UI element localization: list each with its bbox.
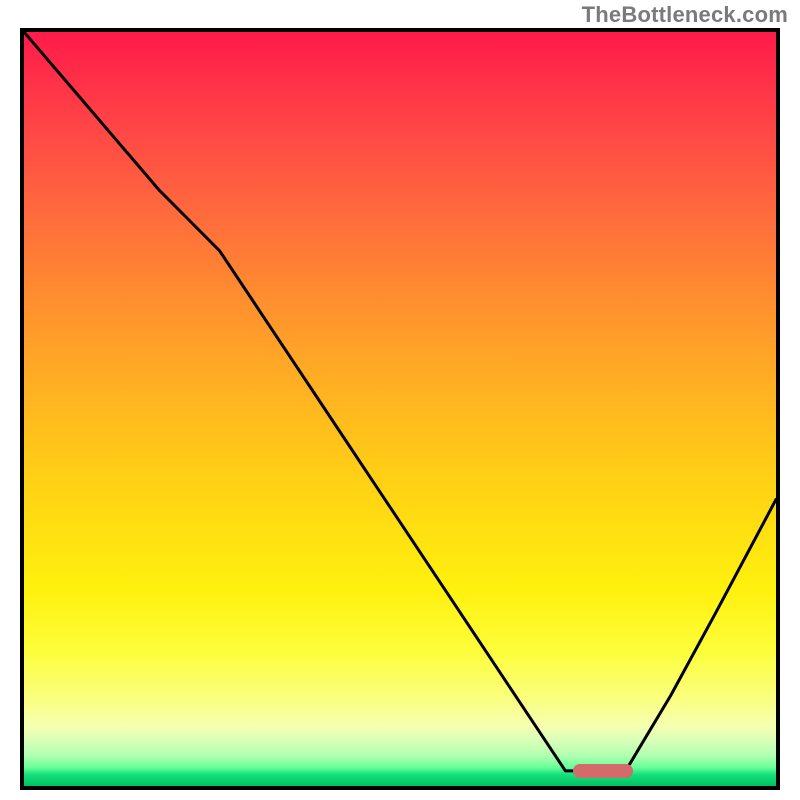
- bottleneck-curve: [24, 32, 776, 786]
- chart-stage: TheBottleneck.com: [0, 0, 800, 800]
- watermark-text: TheBottleneck.com: [582, 2, 788, 28]
- plot-frame: [20, 28, 780, 790]
- curve-path: [24, 32, 776, 771]
- optimal-range-marker: [573, 764, 633, 778]
